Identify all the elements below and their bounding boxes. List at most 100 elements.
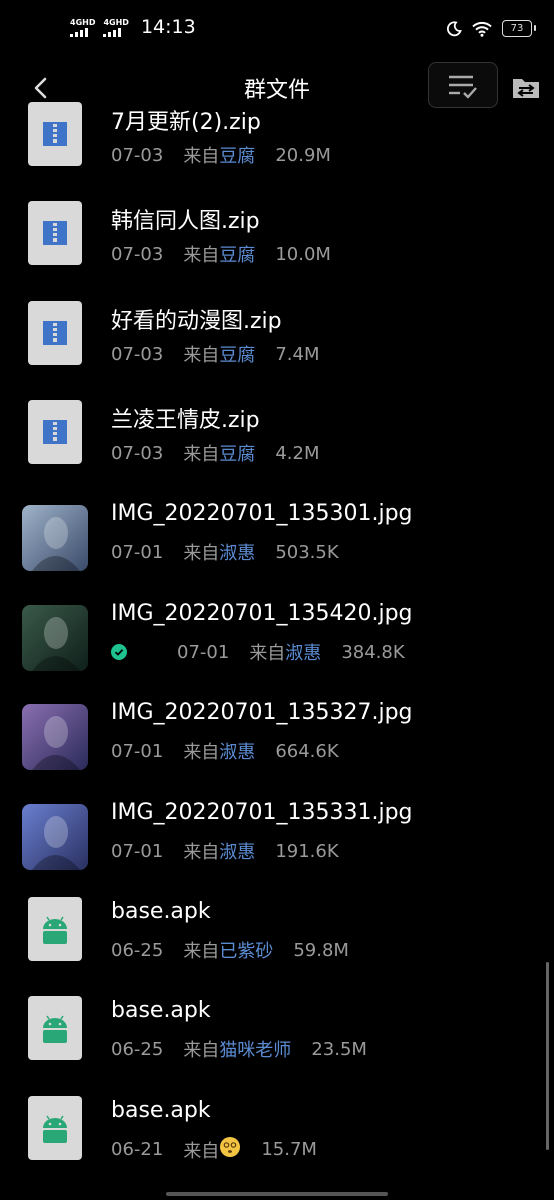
file-date: 06-25	[111, 1038, 164, 1060]
image-thumbnail	[22, 605, 88, 671]
file-date: 07-01	[111, 840, 164, 862]
file-list-item[interactable]: base.apk 06-25 来自 猫咪老师 23.5M	[0, 984, 554, 1084]
file-name: 韩信同人图.zip	[111, 209, 260, 234]
signal-icon: 4GHD	[70, 18, 95, 37]
sender-name[interactable]: 淑惠	[219, 738, 255, 764]
clock: 14:13	[140, 16, 196, 38]
file-size: 10.0M	[275, 243, 331, 265]
from-label: 来自	[183, 543, 220, 564]
file-list-item[interactable]: base.apk 06-25 来自 已紫砂 59.8M	[0, 885, 554, 985]
file-name: 7月更新(2).zip	[111, 110, 261, 135]
battery-icon: 73	[502, 20, 536, 37]
network-type-1: 4GHD	[70, 17, 96, 27]
from-label: 来自	[249, 643, 286, 664]
dizzy-face-emoji-icon	[219, 1136, 241, 1163]
file-name: IMG_20220701_135331.jpg	[111, 800, 413, 825]
sender-name[interactable]: 豆腐	[219, 142, 255, 168]
file-size: 20.9M	[275, 144, 331, 166]
file-name: 好看的动漫图.zip	[111, 309, 282, 334]
zip-file-icon	[28, 400, 82, 464]
file-meta: 07-03 来自 豆腐 10.0M	[111, 241, 331, 267]
zip-file-icon	[28, 301, 82, 365]
file-date: 07-01	[111, 740, 164, 762]
file-list-item[interactable]: 7月更新(2).zip 07-03 来自 豆腐 20.9M	[0, 90, 554, 190]
downloaded-check-icon	[111, 644, 127, 660]
file-list-item[interactable]: IMG_20220701_135301.jpg 07-01 来自 淑惠 503.5K	[0, 487, 554, 587]
file-meta: 07-03 来自 豆腐 4.2M	[111, 440, 319, 466]
file-size: 503.5K	[275, 541, 339, 563]
file-meta: 07-01 来自 淑惠 664.6K	[111, 738, 339, 764]
from-label: 来自	[183, 245, 220, 266]
file-date: 07-03	[111, 144, 164, 166]
file-list-item[interactable]: 好看的动漫图.zip 07-03 来自 豆腐 7.4M	[0, 289, 554, 389]
wifi-icon	[472, 21, 492, 37]
from-label: 来自	[183, 444, 220, 465]
android-apk-icon	[28, 897, 82, 961]
file-list-item[interactable]: 兰凌王情皮.zip 07-03 来自 豆腐 4.2M	[0, 388, 554, 488]
file-name: IMG_20220701_135327.jpg	[111, 700, 413, 725]
file-date: 07-03	[111, 343, 164, 365]
file-meta: 06-25 来自 猫咪老师 23.5M	[111, 1036, 367, 1062]
file-size: 7.4M	[275, 343, 320, 365]
sender-name[interactable]: 淑惠	[219, 539, 255, 565]
file-size: 664.6K	[275, 740, 339, 762]
file-name: 兰凌王情皮.zip	[111, 408, 260, 433]
file-list-item[interactable]: base.apk 06-21 来自 15.7M	[0, 1084, 554, 1184]
file-meta: 06-25 来自 已紫砂 59.8M	[111, 937, 349, 963]
file-date: 07-01	[177, 641, 230, 663]
file-size: 191.6K	[275, 840, 339, 862]
file-name: IMG_20220701_135420.jpg	[111, 601, 413, 626]
android-apk-icon	[28, 1096, 82, 1160]
scrollbar[interactable]	[546, 962, 549, 1150]
file-meta: 06-21 来自 15.7M	[111, 1136, 317, 1163]
file-size: 4.2M	[275, 442, 320, 464]
status-bar: 4GHD 4GHD 14:13 73	[0, 0, 554, 62]
sender-name[interactable]: 豆腐	[219, 341, 255, 367]
file-date: 07-03	[111, 243, 164, 265]
sender-name[interactable]: 豆腐	[219, 241, 255, 267]
file-list-item[interactable]: 韩信同人图.zip 07-03 来自 豆腐 10.0M	[0, 189, 554, 289]
from-label: 来自	[183, 146, 220, 167]
file-meta: 07-03 来自 豆腐 7.4M	[111, 341, 319, 367]
file-meta: 07-01 来自 淑惠 503.5K	[111, 539, 339, 565]
sender-name[interactable]: 淑惠	[219, 838, 255, 864]
file-name: IMG_20220701_135301.jpg	[111, 501, 413, 526]
sender-name[interactable]: 豆腐	[219, 440, 255, 466]
file-name: base.apk	[111, 899, 211, 924]
file-name: base.apk	[111, 1098, 211, 1123]
file-size: 59.8M	[293, 939, 349, 961]
file-list-item[interactable]: IMG_20220701_135420.jpg 07-01 来自 淑惠 384.8K	[0, 587, 554, 687]
sender-name[interactable]: 淑惠	[285, 639, 321, 665]
from-label: 来自	[183, 742, 220, 763]
status-left: 4GHD 4GHD 14:13	[70, 16, 196, 38]
from-label: 来自	[183, 941, 220, 962]
image-thumbnail	[22, 804, 88, 870]
sender-name[interactable]: 猫咪老师	[219, 1036, 291, 1062]
file-date: 06-21	[111, 1139, 164, 1160]
from-label: 来自	[183, 1040, 220, 1061]
moon-icon	[446, 20, 462, 36]
android-apk-icon	[28, 996, 82, 1060]
signal-icon: 4GHD	[103, 17, 129, 37]
home-indicator[interactable]	[166, 1192, 388, 1196]
from-label: 来自	[183, 1140, 220, 1162]
file-date: 07-01	[111, 541, 164, 563]
network-type-2: 4GHD	[103, 17, 129, 27]
from-label: 来自	[183, 842, 220, 863]
image-thumbnail	[22, 505, 88, 571]
zip-file-icon	[28, 201, 82, 265]
from-label: 来自	[183, 345, 220, 366]
file-name: base.apk	[111, 998, 211, 1023]
file-meta: 07-01 来自 淑惠 384.8K	[111, 639, 405, 665]
file-meta: 07-03 来自 豆腐 20.9M	[111, 142, 331, 168]
file-meta: 07-01 来自 淑惠 191.6K	[111, 838, 339, 864]
file-size: 15.7M	[261, 1139, 317, 1160]
file-date: 06-25	[111, 939, 164, 961]
file-size: 384.8K	[341, 641, 405, 663]
image-thumbnail	[22, 704, 88, 770]
file-list-item[interactable]: IMG_20220701_135331.jpg 07-01 来自 淑惠 191.6K	[0, 786, 554, 886]
zip-file-icon	[28, 102, 82, 166]
file-list-item[interactable]: IMG_20220701_135327.jpg 07-01 来自 淑惠 664.6K	[0, 686, 554, 786]
sender-name[interactable]: 已紫砂	[219, 937, 273, 963]
file-date: 07-03	[111, 442, 164, 464]
